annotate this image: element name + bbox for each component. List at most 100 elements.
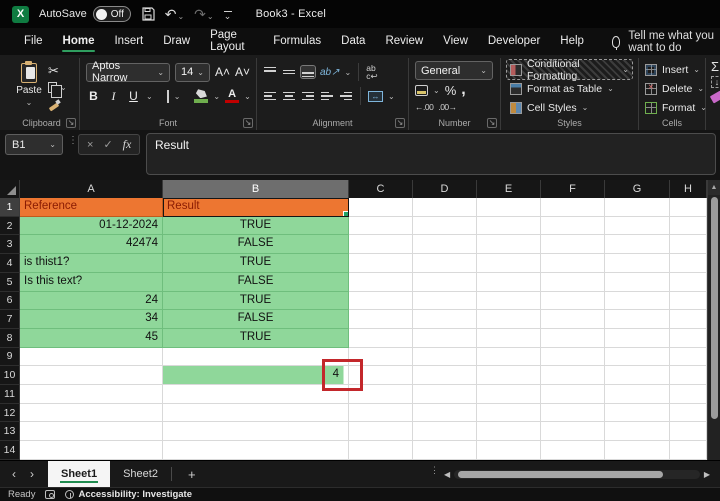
column-header-D[interactable]: D bbox=[413, 180, 477, 198]
cell-C6[interactable] bbox=[349, 291, 413, 311]
cell-H2[interactable] bbox=[670, 216, 707, 236]
cell-A8[interactable]: 45 bbox=[20, 328, 163, 348]
column-header-H[interactable]: H bbox=[670, 180, 707, 198]
next-sheet-button[interactable]: › bbox=[30, 467, 34, 481]
row-header-14[interactable]: 14 bbox=[0, 441, 20, 460]
cell-D6[interactable] bbox=[413, 291, 477, 311]
undo-button[interactable]: ↶⌄ bbox=[165, 7, 184, 22]
cell-G11[interactable] bbox=[605, 385, 670, 404]
cell-H8[interactable] bbox=[670, 328, 707, 348]
cell-C8[interactable] bbox=[349, 328, 413, 348]
orientation-button[interactable]: ab↗ bbox=[320, 67, 340, 78]
fill-button[interactable]: ↓ bbox=[711, 76, 720, 88]
tab-insert[interactable]: Insert bbox=[104, 29, 153, 54]
scrollbar-grip-icon[interactable]: ⋮ bbox=[430, 466, 439, 474]
number-dialog-launcher[interactable]: ↘ bbox=[487, 118, 497, 128]
align-right-button[interactable] bbox=[301, 90, 315, 102]
align-left-button[interactable] bbox=[263, 90, 277, 102]
tab-help[interactable]: Help bbox=[550, 29, 594, 54]
cell-H7[interactable] bbox=[670, 310, 707, 329]
cell-F8[interactable] bbox=[541, 328, 605, 348]
decrease-font-button[interactable]: A˅ bbox=[235, 65, 250, 79]
cell-E5[interactable] bbox=[477, 272, 541, 292]
cell-A2[interactable]: 01-12-2024 bbox=[20, 216, 163, 236]
cell-D9[interactable] bbox=[413, 347, 477, 367]
cell-D10[interactable] bbox=[413, 366, 477, 386]
cell-H12[interactable] bbox=[670, 403, 707, 423]
cell-G2[interactable] bbox=[605, 216, 670, 236]
cell-E4[interactable] bbox=[477, 254, 541, 273]
cell-E3[interactable] bbox=[477, 235, 541, 255]
cell-A3[interactable]: 42474 bbox=[20, 235, 163, 255]
cell-B5[interactable]: FALSE bbox=[163, 272, 349, 292]
cell-G9[interactable] bbox=[605, 347, 670, 367]
row-header-9[interactable]: 9 bbox=[0, 347, 20, 367]
cell-E14[interactable] bbox=[477, 441, 541, 460]
formula-input[interactable]: Result bbox=[146, 133, 716, 175]
row-header-11[interactable]: 11 bbox=[0, 385, 20, 404]
row-header-8[interactable]: 8 bbox=[0, 328, 20, 348]
tell-me-search[interactable]: Tell me what you want to do bbox=[611, 30, 720, 54]
cell-D5[interactable] bbox=[413, 272, 477, 292]
cell-E13[interactable] bbox=[477, 422, 541, 442]
cell-C4[interactable] bbox=[349, 254, 413, 273]
row-header-7[interactable]: 7 bbox=[0, 310, 20, 329]
fill-color-button[interactable] bbox=[194, 89, 209, 103]
cell-F11[interactable] bbox=[541, 385, 605, 404]
cell-B13[interactable] bbox=[163, 422, 349, 442]
cell-C13[interactable] bbox=[349, 422, 413, 442]
column-header-C[interactable]: C bbox=[349, 180, 413, 198]
cell-C7[interactable] bbox=[349, 310, 413, 329]
cell-F7[interactable] bbox=[541, 310, 605, 329]
cell-G10[interactable] bbox=[605, 366, 670, 386]
cell-B6[interactable]: TRUE bbox=[163, 291, 349, 311]
cell-F4[interactable] bbox=[541, 254, 605, 273]
cell-E7[interactable] bbox=[477, 310, 541, 329]
align-center-button[interactable] bbox=[282, 90, 296, 102]
formula-bar-grip[interactable]: ⋮ bbox=[68, 136, 78, 146]
cell-H4[interactable] bbox=[670, 254, 707, 273]
cell-G6[interactable] bbox=[605, 291, 670, 311]
cell-A14[interactable] bbox=[20, 441, 163, 460]
cell-F13[interactable] bbox=[541, 422, 605, 442]
autosave-toggle[interactable]: Off bbox=[92, 6, 131, 22]
cell-D7[interactable] bbox=[413, 310, 477, 329]
insert-cells-button[interactable]: Insert ⌄ bbox=[645, 60, 700, 79]
row-header-1[interactable]: 1 bbox=[0, 198, 20, 217]
increase-indent-button[interactable] bbox=[339, 90, 353, 102]
merge-center-button[interactable]: ↔ bbox=[368, 90, 383, 102]
borders-button[interactable] bbox=[166, 89, 169, 103]
new-sheet-button[interactable]: + bbox=[172, 461, 212, 487]
alignment-dialog-launcher[interactable]: ↘ bbox=[395, 118, 405, 128]
number-format-combo[interactable]: General ⌄ bbox=[415, 61, 493, 80]
customize-quick-access-button[interactable]: ⌄ bbox=[223, 10, 232, 20]
cell-E1[interactable] bbox=[477, 198, 541, 217]
cell-F1[interactable] bbox=[541, 198, 605, 217]
cell-G8[interactable] bbox=[605, 328, 670, 348]
prev-sheet-button[interactable]: ‹ bbox=[12, 467, 16, 481]
cell-A13[interactable] bbox=[20, 422, 163, 442]
cut-button[interactable]: ✂ bbox=[48, 64, 67, 77]
increase-decimal-button[interactable]: ←.00 bbox=[415, 102, 434, 112]
cell-H13[interactable] bbox=[670, 422, 707, 442]
format-cells-button[interactable]: Format ⌄ bbox=[645, 98, 707, 117]
cell-B2[interactable]: TRUE bbox=[163, 216, 349, 236]
select-all-button[interactable] bbox=[0, 180, 20, 198]
row-header-4[interactable]: 4 bbox=[0, 254, 20, 273]
column-header-G[interactable]: G bbox=[605, 180, 670, 198]
accessibility-status[interactable]: Accessibility: Investigate bbox=[65, 489, 192, 500]
horizontal-scrollbar[interactable]: ◀ ▶ bbox=[444, 467, 710, 481]
tab-review[interactable]: Review bbox=[375, 29, 433, 54]
scroll-right-icon[interactable]: ▶ bbox=[704, 470, 710, 479]
cell-G3[interactable] bbox=[605, 235, 670, 255]
row-header-2[interactable]: 2 bbox=[0, 216, 20, 236]
cell-G14[interactable] bbox=[605, 441, 670, 460]
scroll-up-icon[interactable]: ▲ bbox=[708, 180, 720, 195]
cell-F14[interactable] bbox=[541, 441, 605, 460]
cell-G7[interactable] bbox=[605, 310, 670, 329]
tab-draw[interactable]: Draw bbox=[153, 29, 200, 54]
cell-G1[interactable] bbox=[605, 198, 670, 217]
cell-A6[interactable]: 24 bbox=[20, 291, 163, 311]
cell-F10[interactable] bbox=[541, 366, 605, 386]
cell-A5[interactable]: Is this text? bbox=[20, 272, 163, 292]
